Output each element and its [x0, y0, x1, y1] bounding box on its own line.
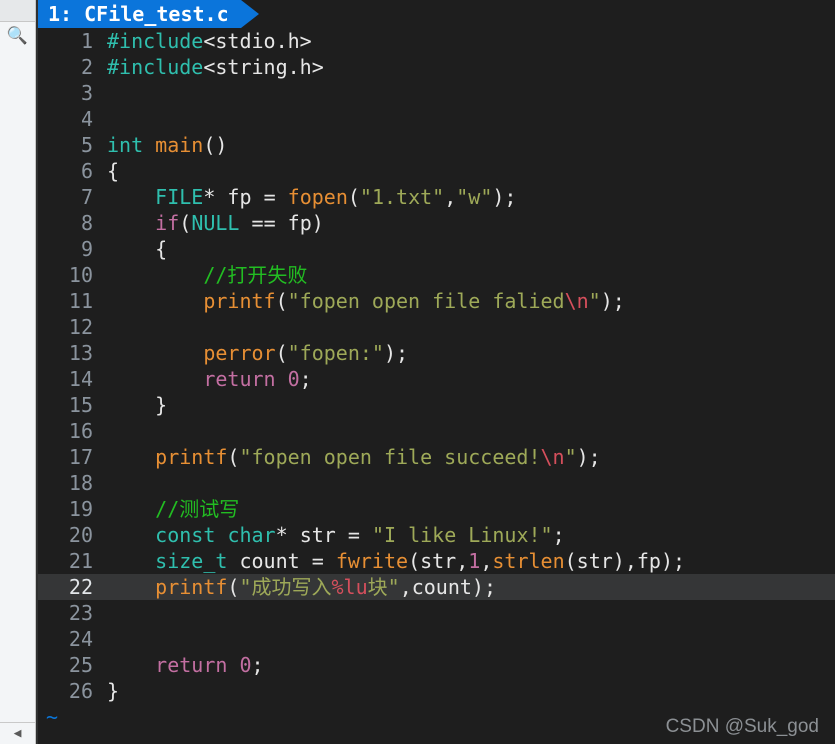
code-content[interactable]: } [103, 678, 835, 704]
code-lines[interactable]: 1#include<stdio.h>2#include<string.h>345… [38, 28, 835, 744]
code-content[interactable]: { [103, 158, 835, 184]
code-line[interactable]: 25 return 0; [38, 652, 835, 678]
code-content[interactable]: //测试写 [103, 496, 835, 522]
code-content[interactable]: if(NULL == fp) [103, 210, 835, 236]
code-content[interactable]: printf("成功写入%lu块",count); [103, 574, 835, 600]
line-number: 4 [38, 106, 103, 132]
line-number: 14 [38, 366, 103, 392]
code-content[interactable]: return 0; [103, 366, 835, 392]
code-line[interactable]: 18 [38, 470, 835, 496]
code-content[interactable]: int main() [103, 132, 835, 158]
code-line[interactable]: 12 [38, 314, 835, 340]
code-content[interactable]: #include<string.h> [103, 54, 835, 80]
code-line[interactable]: 19 //测试写 [38, 496, 835, 522]
line-number: 20 [38, 522, 103, 548]
code-line[interactable]: 10 //打开失败 [38, 262, 835, 288]
code-line[interactable]: 1#include<stdio.h> [38, 28, 835, 54]
line-number: 7 [38, 184, 103, 210]
code-line[interactable]: 22 printf("成功写入%lu块",count); [38, 574, 835, 600]
code-content[interactable] [103, 418, 835, 444]
line-number: 10 [38, 262, 103, 288]
code-line[interactable]: 5int main() [38, 132, 835, 158]
watermark: CSDN @Suk_god [666, 716, 819, 738]
left-gutter-strip: 🔍 ◀ [0, 0, 36, 744]
line-number: 5 [38, 132, 103, 158]
code-line[interactable]: 8 if(NULL == fp) [38, 210, 835, 236]
line-number: 18 [38, 470, 103, 496]
line-number: 24 [38, 626, 103, 652]
line-number: 26 [38, 678, 103, 704]
code-content[interactable]: size_t count = fwrite(str,1,strlen(str),… [103, 548, 835, 574]
search-icon[interactable]: 🔍 [7, 26, 28, 46]
code-line[interactable]: 6{ [38, 158, 835, 184]
code-line[interactable]: 14 return 0; [38, 366, 835, 392]
line-number: 2 [38, 54, 103, 80]
code-content[interactable] [103, 626, 835, 652]
line-number: 11 [38, 288, 103, 314]
code-line[interactable]: 21 size_t count = fwrite(str,1,strlen(st… [38, 548, 835, 574]
code-line[interactable]: 16 [38, 418, 835, 444]
code-content[interactable]: perror("fopen:"); [103, 340, 835, 366]
line-number: 16 [38, 418, 103, 444]
tab-file[interactable]: 1: CFile_test.c [38, 0, 241, 28]
line-number: 12 [38, 314, 103, 340]
code-content[interactable]: const char* str = "I like Linux!"; [103, 522, 835, 548]
code-line[interactable]: 2#include<string.h> [38, 54, 835, 80]
line-number: 3 [38, 80, 103, 106]
code-content[interactable]: #include<stdio.h> [103, 28, 835, 54]
line-number: 9 [38, 236, 103, 262]
code-line[interactable]: 17 printf("fopen open file succeed!\n"); [38, 444, 835, 470]
code-content[interactable] [103, 106, 835, 132]
tab-filename: CFile_test.c [84, 2, 229, 26]
editor-area: 1: CFile_test.c 1#include<stdio.h>2#incl… [36, 0, 835, 744]
code-content[interactable]: printf("fopen open file falied\n"); [103, 288, 835, 314]
left-strip-top [0, 0, 35, 22]
line-number: 8 [38, 210, 103, 236]
code-content[interactable] [103, 80, 835, 106]
tab-index: 1: [48, 2, 72, 26]
code-line[interactable]: 24 [38, 626, 835, 652]
code-line[interactable]: 26} [38, 678, 835, 704]
code-line[interactable]: 15 } [38, 392, 835, 418]
code-line[interactable]: 23 [38, 600, 835, 626]
code-area[interactable]: 1#include<stdio.h>2#include<string.h>345… [38, 28, 835, 744]
code-content[interactable]: } [103, 392, 835, 418]
code-line[interactable]: 9 { [38, 236, 835, 262]
code-content[interactable]: //打开失败 [103, 262, 835, 288]
code-content[interactable]: { [103, 236, 835, 262]
code-line[interactable]: 7 FILE* fp = fopen("1.txt","w"); [38, 184, 835, 210]
line-number: 19 [38, 496, 103, 522]
code-content[interactable]: printf("fopen open file succeed!\n"); [103, 444, 835, 470]
line-number: 15 [38, 392, 103, 418]
line-number: 22 [38, 574, 103, 600]
line-number: 25 [38, 652, 103, 678]
line-number: 13 [38, 340, 103, 366]
code-line[interactable]: 11 printf("fopen open file falied\n"); [38, 288, 835, 314]
code-content[interactable]: return 0; [103, 652, 835, 678]
code-content[interactable] [103, 470, 835, 496]
code-line[interactable]: 4 [38, 106, 835, 132]
code-content[interactable] [103, 600, 835, 626]
line-number: 17 [38, 444, 103, 470]
line-number: 21 [38, 548, 103, 574]
collapse-arrow-icon[interactable]: ◀ [0, 722, 35, 744]
tab-bar: 1: CFile_test.c [38, 0, 835, 28]
code-line[interactable]: 13 perror("fopen:"); [38, 340, 835, 366]
code-content[interactable]: FILE* fp = fopen("1.txt","w"); [103, 184, 835, 210]
code-content[interactable] [103, 314, 835, 340]
code-line[interactable]: 20 const char* str = "I like Linux!"; [38, 522, 835, 548]
code-line[interactable]: 3 [38, 80, 835, 106]
line-number: 6 [38, 158, 103, 184]
line-number: 23 [38, 600, 103, 626]
line-number: 1 [38, 28, 103, 54]
